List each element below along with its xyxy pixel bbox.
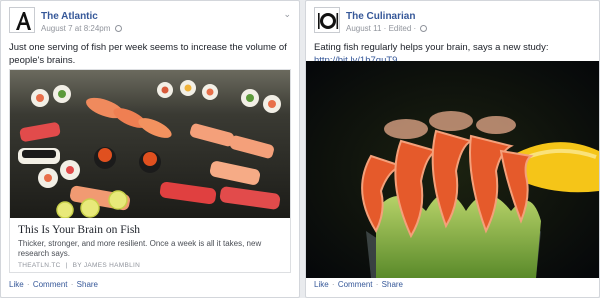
like-button[interactable]: Like: [9, 280, 24, 289]
link-title[interactable]: This Is Your Brain on Fish: [18, 224, 140, 236]
post-timestamp[interactable]: August 11: [346, 24, 381, 33]
post-actions: Like · Comment · Share: [314, 280, 403, 289]
edited-label[interactable]: Edited: [389, 24, 412, 33]
globe-icon: [420, 25, 428, 32]
comment-button[interactable]: Comment: [33, 280, 68, 289]
meta-separator: ·: [383, 24, 387, 33]
globe-icon: [114, 25, 122, 32]
page-avatar-the-atlantic[interactable]: [9, 7, 35, 33]
post-timestamp[interactable]: August 7 at 8:24pm: [41, 24, 110, 33]
action-separator: ·: [70, 280, 74, 289]
shrimp-cocktail-photo[interactable]: [306, 61, 599, 278]
page-avatar-the-culinarian[interactable]: [314, 7, 340, 33]
post-header: The Atlantic August 7 at 8:24pm ⌄: [9, 7, 293, 35]
comment-button[interactable]: Comment: [338, 280, 373, 289]
post-text-body: Eating fish regularly helps your brain, …: [314, 42, 549, 53]
like-button[interactable]: Like: [314, 280, 329, 289]
post-text: Just one serving of fish per week seems …: [9, 42, 287, 66]
page-name[interactable]: The Atlantic: [41, 11, 98, 22]
post-the-atlantic: The Atlantic August 7 at 8:24pm ⌄ Just o…: [0, 0, 300, 298]
link-byline: BY JAMES HAMBLIN: [72, 262, 141, 269]
meta-separator: ·: [413, 24, 417, 33]
link-preview-card[interactable]: This Is Your Brain on Fish Thicker, stro…: [9, 69, 291, 273]
action-separator: ·: [331, 280, 335, 289]
post-the-culinarian: The Culinarian August 11 · Edited · Eati…: [305, 0, 600, 298]
source-separator: |: [65, 262, 68, 269]
post-meta: August 7 at 8:24pm: [41, 24, 122, 33]
shrimp-cocktail-image: [306, 61, 599, 278]
share-button[interactable]: Share: [382, 280, 403, 289]
page-name[interactable]: The Culinarian: [346, 11, 415, 22]
action-separator: ·: [375, 280, 379, 289]
atlantic-logo-icon: [10, 8, 34, 32]
link-description: Thicker, stronger, and more resilient. O…: [18, 239, 262, 258]
link-domain: THEATLN.TC: [18, 262, 61, 269]
sushi-platter-image: [10, 70, 290, 218]
chevron-down-icon[interactable]: ⌄: [283, 9, 291, 20]
link-source: THEATLN.TC | BY JAMES HAMBLIN: [18, 262, 140, 269]
post-actions: Like · Comment · Share: [9, 280, 98, 289]
action-separator: ·: [26, 280, 30, 289]
post-meta: August 11 · Edited ·: [346, 24, 428, 33]
share-button[interactable]: Share: [77, 280, 98, 289]
plate-utensils-icon: [315, 8, 339, 32]
post-header: The Culinarian August 11 · Edited ·: [314, 7, 593, 35]
